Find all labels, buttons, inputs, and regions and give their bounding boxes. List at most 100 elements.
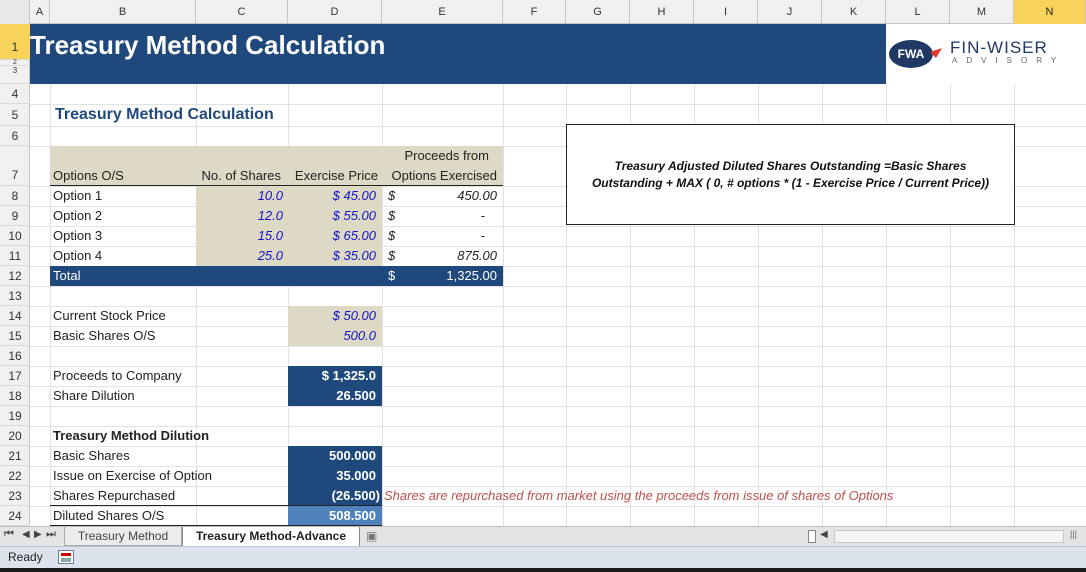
share-dilution-label: Share Dilution — [53, 388, 135, 403]
option-price-input[interactable]: $ 35.00 — [288, 246, 376, 266]
column-header-m[interactable]: M — [950, 0, 1014, 24]
option-name[interactable]: Option 2 — [53, 206, 102, 226]
column-header-a[interactable]: A — [30, 0, 50, 24]
row-header-12[interactable]: 12 — [0, 266, 30, 286]
column-header-b[interactable]: B — [50, 0, 196, 24]
column-header-c[interactable]: C — [196, 0, 288, 24]
option-proceeds[interactable]: - — [400, 226, 485, 246]
select-all-corner[interactable] — [0, 0, 30, 24]
status-bar: Ready — [0, 546, 1086, 568]
option-proceeds[interactable]: - — [400, 206, 485, 226]
row-header-24[interactable]: 24 — [0, 506, 30, 526]
row-header-9[interactable]: 9 — [0, 206, 30, 226]
row-header-17[interactable]: 17 — [0, 366, 30, 386]
header-exercise-price: Exercise Price — [294, 168, 378, 183]
option-shares-input[interactable]: 12.0 — [196, 206, 283, 226]
column-header-f[interactable]: F — [503, 0, 566, 24]
option-proceeds[interactable]: 450.00 — [400, 186, 497, 206]
row-header-20[interactable]: 20 — [0, 426, 30, 446]
issue-on-exercise-value[interactable]: 35.000 — [288, 466, 376, 486]
row-header-21[interactable]: 21 — [0, 446, 30, 466]
option-currency: $ — [388, 208, 396, 223]
logo-brand-text: FIN-WISER — [950, 38, 1048, 57]
total-currency: $ — [388, 268, 396, 283]
scroll-left-icon[interactable]: ◀ — [820, 529, 828, 540]
row-header-15[interactable]: 15 — [0, 326, 30, 346]
column-header-j[interactable]: J — [758, 0, 822, 24]
option-shares-input[interactable]: 25.0 — [196, 246, 283, 266]
next-sheet-icon[interactable]: ▶ — [34, 529, 42, 540]
option-price-input[interactable]: $ 45.00 — [288, 186, 376, 206]
last-sheet-icon[interactable]: ⏭ — [46, 528, 56, 541]
row-header-5[interactable]: 5 — [0, 104, 30, 126]
row-header-3[interactable]: 3 — [0, 66, 30, 84]
macro-record-icon[interactable] — [58, 550, 74, 564]
stock-price-label: Current Stock Price — [53, 308, 166, 323]
header-proceeds-top: Proceeds from — [404, 148, 489, 163]
column-header-n[interactable]: N — [1014, 0, 1086, 24]
horizontal-scrollbar[interactable] — [834, 530, 1064, 543]
row-header-7[interactable]: 7 — [0, 146, 30, 186]
first-sheet-icon[interactable]: ⏮ — [4, 528, 17, 541]
row-header-16[interactable]: 16 — [0, 346, 30, 366]
column-header-g[interactable]: G — [566, 0, 630, 24]
column-header-d[interactable]: D — [288, 0, 382, 24]
prev-sheet-icon[interactable]: ◀ — [22, 529, 30, 540]
option-name[interactable]: Option 3 — [53, 226, 102, 246]
row-header-10[interactable]: 10 — [0, 226, 30, 246]
row-header-13[interactable]: 13 — [0, 286, 30, 306]
stock-price-input[interactable]: $ 50.00 — [288, 306, 376, 326]
row-header-8[interactable]: 8 — [0, 186, 30, 206]
shares-repurchased-note[interactable]: Shares are repurchased from market using… — [384, 486, 893, 506]
taskbar-strip — [0, 568, 1086, 572]
row-header-18[interactable]: 18 — [0, 386, 30, 406]
dilution-heading: Treasury Method Dilution — [53, 428, 210, 443]
proceeds-to-company-value[interactable]: $ 1,325.0 — [288, 366, 376, 386]
total-value[interactable]: 1,325.00 — [400, 266, 497, 286]
formula-text-box[interactable]: Treasury Adjusted Diluted Shares Outstan… — [566, 124, 1015, 225]
option-name[interactable]: Option 1 — [53, 186, 102, 206]
option-name[interactable]: Option 4 — [53, 246, 102, 266]
option-price-input[interactable]: $ 55.00 — [288, 206, 376, 226]
row-header-6[interactable]: 6 — [0, 126, 30, 146]
option-currency: $ — [388, 248, 396, 263]
column-header-l[interactable]: L — [886, 0, 950, 24]
diluted-shares-value[interactable]: 508.500 — [288, 506, 376, 526]
tab-treasury-method-advance[interactable]: Treasury Method-Advance — [182, 527, 360, 547]
basic-shares-input[interactable]: 500.0 — [288, 326, 376, 346]
shares-repurchased-label: Shares Repurchased — [53, 488, 176, 503]
hscroll-split-handle[interactable] — [808, 530, 816, 543]
column-header-i[interactable]: I — [694, 0, 758, 24]
basic-shares-row-label: Basic Shares — [53, 448, 130, 463]
shares-repurchased-value[interactable]: (26.500) — [288, 486, 380, 506]
formula-line-2: Outstanding + MAX ( 0, # options * (1 - … — [591, 176, 990, 190]
diluted-shares-label: Diluted Shares O/S — [53, 508, 165, 523]
option-currency: $ — [388, 228, 396, 243]
row-header-4[interactable]: 4 — [0, 84, 30, 104]
scrollbar-grip-icon[interactable]: ||| — [1070, 529, 1077, 539]
banner-title: Treasury Method Calculation — [30, 30, 386, 60]
section-title: Treasury Method Calculation — [55, 106, 274, 123]
row-header-1[interactable]: 1 — [0, 24, 30, 60]
basic-shares-row-value[interactable]: 500.000 — [288, 446, 376, 466]
option-proceeds[interactable]: 875.00 — [400, 246, 497, 266]
header-options-exercised: Options Exercised — [391, 168, 498, 183]
tab-treasury-method[interactable]: Treasury Method — [64, 527, 182, 546]
option-price-input[interactable]: $ 65.00 — [288, 226, 376, 246]
row-header-11[interactable]: 11 — [0, 246, 30, 266]
row-header-bar: 1 2 3 4 5 6 7 8 9 10 11 12 13 14 15 16 1… — [0, 24, 30, 526]
option-shares-input[interactable]: 10.0 — [196, 186, 283, 206]
row-header-14[interactable]: 14 — [0, 306, 30, 326]
row-header-19[interactable]: 19 — [0, 406, 30, 426]
header-options-os: Options O/S — [53, 168, 124, 183]
option-shares-input[interactable]: 15.0 — [196, 226, 283, 246]
insert-sheet-icon[interactable]: ▣ — [366, 529, 377, 543]
column-header-k[interactable]: K — [822, 0, 886, 24]
share-dilution-value[interactable]: 26.500 — [288, 386, 376, 406]
column-header-e[interactable]: E — [382, 0, 503, 24]
row-header-23[interactable]: 23 — [0, 486, 30, 506]
column-header-h[interactable]: H — [630, 0, 694, 24]
status-text: Ready — [8, 550, 43, 564]
total-label: Total — [53, 268, 81, 283]
row-header-22[interactable]: 22 — [0, 466, 30, 486]
